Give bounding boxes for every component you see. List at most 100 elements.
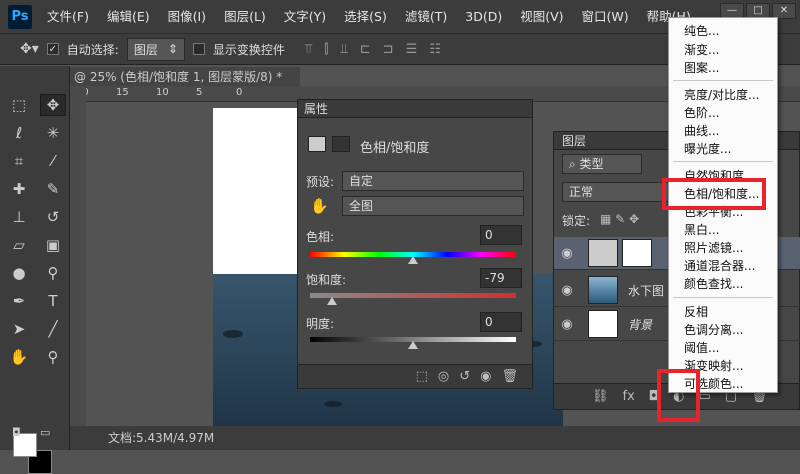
- channel-dropdown[interactable]: 全图: [342, 196, 524, 216]
- line-tool-icon[interactable]: ╱: [40, 318, 66, 340]
- blend-mode-dropdown[interactable]: 正常: [562, 182, 672, 202]
- auto-select-label: 自动选择:: [66, 42, 119, 57]
- align-top-icon[interactable]: ⫪: [305, 42, 312, 57]
- menu-item-channel-mixer[interactable]: 通道混合器...: [684, 257, 755, 274]
- screen-mode-icon[interactable]: ▭: [40, 426, 50, 439]
- menu-item-pattern[interactable]: 图案...: [684, 59, 719, 76]
- eye-icon[interactable]: ◉: [554, 283, 580, 298]
- lock-icons[interactable]: ▦ ✎ ✥: [600, 212, 639, 226]
- menu-view[interactable]: 视图(V): [511, 0, 572, 33]
- clone-stamp-icon[interactable]: ⊥: [6, 206, 32, 228]
- fx-icon[interactable]: fx: [623, 389, 635, 404]
- distribute-h-icon[interactable]: ☷: [429, 42, 441, 57]
- brush-tool-icon[interactable]: ✎: [40, 178, 66, 200]
- menu-filter[interactable]: 滤镜(T): [396, 0, 456, 33]
- auto-select-checkbox[interactable]: ✓: [46, 43, 59, 55]
- align-center-icon[interactable]: ⊐: [383, 42, 394, 57]
- dodge-tool-icon[interactable]: ⚲: [40, 262, 66, 284]
- crop-tool-icon[interactable]: ⌗: [6, 150, 32, 172]
- clip-to-layer-icon[interactable]: ⬚: [416, 369, 428, 384]
- document-tab[interactable]: @ 25% (色相/饱和度 1, 图层蒙版/8) *: [70, 67, 300, 87]
- magic-wand-icon[interactable]: ✳: [40, 122, 66, 144]
- quick-mask-icon[interactable]: ◘: [12, 426, 21, 439]
- zoom-tool-icon[interactable]: ⚲: [40, 346, 66, 368]
- hand-tool-icon[interactable]: ✋: [6, 346, 32, 368]
- pen-tool-icon[interactable]: ✒: [6, 290, 32, 312]
- menu-item-levels[interactable]: 色阶...: [684, 104, 719, 121]
- canvas-white-area[interactable]: [213, 108, 301, 274]
- saturation-label: 饱和度:: [306, 273, 347, 287]
- hand-adjust-icon[interactable]: ✋: [310, 197, 329, 215]
- menu-item-color-lookup[interactable]: 颜色查找...: [684, 275, 743, 292]
- visibility-icon[interactable]: ◉: [480, 369, 491, 384]
- menu-window[interactable]: 窗口(W): [573, 0, 638, 33]
- eyedropper-icon[interactable]: ⁄: [40, 150, 66, 172]
- healing-brush-icon[interactable]: ✚: [6, 178, 32, 200]
- layer-name: 背景: [628, 317, 653, 332]
- align-middle-icon[interactable]: ⫿: [324, 42, 328, 57]
- align-left-icon[interactable]: ⊏: [360, 42, 371, 57]
- menu-item-gradient[interactable]: 渐变...: [684, 41, 719, 58]
- delete-icon[interactable]: 🗑: [501, 369, 518, 384]
- show-transform-checkbox[interactable]: [192, 43, 205, 55]
- tools-panel: ⬚ ✥ ℓ ✳ ⌗ ⁄ ✚ ✎ ⊥ ↺ ▱ ▣ ● ⚲ ✒ T ➤ ╱ ✋ ⚲ …: [0, 66, 70, 474]
- saturation-slider[interactable]: [310, 293, 516, 298]
- menu-edit[interactable]: 编辑(E): [98, 0, 159, 33]
- eraser-icon[interactable]: ▱: [6, 234, 32, 256]
- move-tool-icon[interactable]: ✥: [40, 94, 66, 116]
- menu-item-posterize[interactable]: 色调分离...: [684, 321, 743, 338]
- menu-layer[interactable]: 图层(L): [215, 0, 275, 33]
- layer-mask-thumb[interactable]: [622, 239, 652, 267]
- menu-image[interactable]: 图像(I): [159, 0, 215, 33]
- photoshop-logo: Ps: [8, 4, 32, 29]
- move-tool-icon[interactable]: ✥▾: [20, 41, 39, 57]
- menu-select[interactable]: 选择(S): [335, 0, 396, 33]
- mask-icon[interactable]: [332, 136, 350, 152]
- menu-file[interactable]: 文件(F): [38, 0, 98, 33]
- menu-type[interactable]: 文字(Y): [275, 0, 335, 33]
- channel-value: 全图: [349, 199, 374, 213]
- menu-item-curves[interactable]: 曲线...: [684, 122, 719, 139]
- menu-3d[interactable]: 3D(D): [456, 0, 511, 33]
- show-transform-label: 显示变换控件: [212, 42, 285, 57]
- saturation-input[interactable]: -79: [480, 268, 522, 288]
- menu-separator: [673, 297, 773, 298]
- ruler-tick: 5: [196, 87, 203, 98]
- path-select-icon[interactable]: ➤: [6, 318, 32, 340]
- gradient-tool-icon[interactable]: ▣: [40, 234, 66, 256]
- view-previous-icon[interactable]: ◎: [438, 369, 449, 384]
- type-tool-icon[interactable]: T: [40, 290, 66, 312]
- hue-input[interactable]: 0: [480, 225, 522, 245]
- marquee-tool-icon[interactable]: ⬚: [6, 94, 32, 116]
- hue-slider-thumb[interactable]: [408, 256, 418, 264]
- reset-icon[interactable]: ↺: [459, 369, 470, 384]
- distribute-icon[interactable]: ☰: [406, 42, 418, 57]
- lasso-tool-icon[interactable]: ℓ: [6, 122, 32, 144]
- preset-dropdown[interactable]: 自定: [342, 171, 524, 191]
- auto-select-dropdown[interactable]: 图层 ⇕: [126, 37, 185, 61]
- align-bottom-icon[interactable]: ⫫: [340, 42, 347, 57]
- menu-item-solid-color[interactable]: 纯色...: [684, 22, 719, 39]
- lightness-slider-thumb[interactable]: [408, 341, 418, 349]
- menu-item-exposure[interactable]: 曝光度...: [684, 140, 731, 157]
- link-layers-icon[interactable]: ⛓: [592, 389, 609, 404]
- chevron-updown-icon: ⇕: [167, 42, 178, 56]
- menu-item-invert[interactable]: 反相: [684, 303, 708, 320]
- lightness-input[interactable]: 0: [480, 312, 522, 332]
- eye-icon[interactable]: ◉: [554, 246, 580, 261]
- history-brush-icon[interactable]: ↺: [40, 206, 66, 228]
- layer-filter-dropdown[interactable]: ⌕ 类型: [562, 154, 642, 174]
- ruler-tick: 10: [156, 87, 169, 98]
- saturation-slider-thumb[interactable]: [326, 297, 337, 305]
- menu-item-brightness-contrast[interactable]: 亮度/对比度...: [684, 86, 760, 103]
- preset-label: 预设:: [306, 175, 335, 189]
- menu-item-black-white[interactable]: 黑白...: [684, 221, 719, 238]
- background-layer-thumb: [588, 310, 618, 338]
- lightness-label: 明度:: [306, 317, 335, 331]
- eye-icon[interactable]: ◉: [554, 317, 580, 332]
- menu-item-photo-filter[interactable]: 照片滤镜...: [684, 239, 743, 256]
- tool-grid: ⬚ ✥ ℓ ✳ ⌗ ⁄ ✚ ✎ ⊥ ↺ ▱ ▣ ● ⚲ ✒ T ➤ ╱ ✋ ⚲: [6, 94, 68, 368]
- menu-item-threshold[interactable]: 阈值...: [684, 339, 719, 356]
- blur-tool-icon[interactable]: ●: [6, 262, 32, 284]
- adjustment-icon: [308, 136, 326, 152]
